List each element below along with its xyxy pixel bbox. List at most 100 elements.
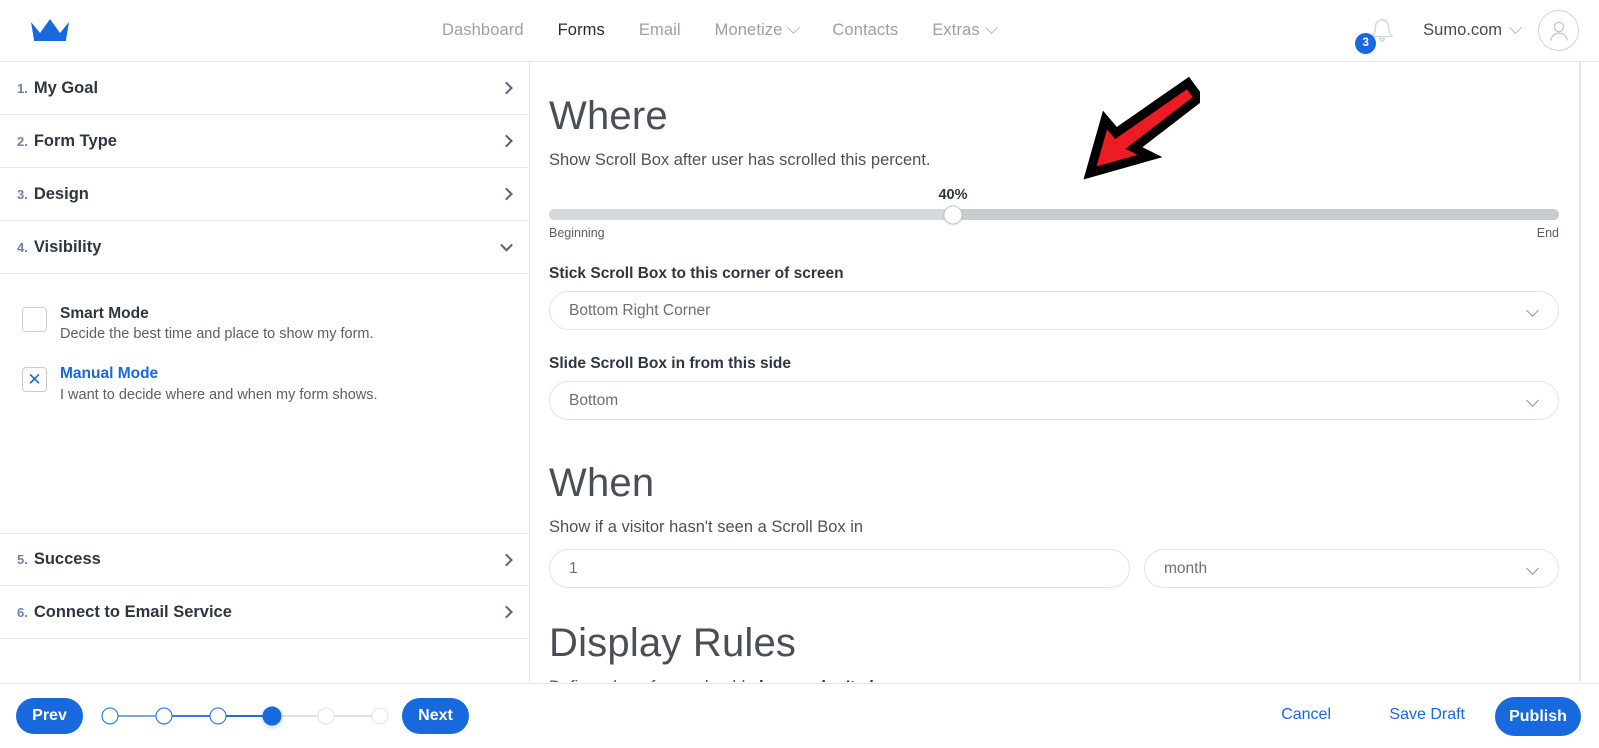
frequency-unit-select[interactable]: month — [1144, 549, 1559, 588]
display-rules-heading: Display Rules — [549, 621, 797, 665]
chevron-down-icon — [787, 21, 801, 35]
sidebar-step-connect-email[interactable]: 6. Connect to Email Service — [0, 586, 529, 639]
stepper-dot-1[interactable] — [101, 707, 119, 725]
corner-select-value: Bottom Right Corner — [569, 301, 711, 319]
slider-fill — [549, 209, 953, 220]
stepper-dot-4[interactable] — [262, 706, 282, 726]
mode-option-smart[interactable]: Smart Mode Decide the best time and plac… — [22, 304, 529, 344]
sidebar-step-visibility[interactable]: 4. Visibility — [0, 221, 529, 274]
chevron-down-icon — [1526, 394, 1539, 407]
chevron-right-icon — [500, 553, 513, 566]
notifications-button[interactable]: 3 — [1355, 11, 1409, 54]
stepper-dot-6[interactable] — [371, 707, 389, 725]
manual-mode-checkbox[interactable]: ✕ — [22, 367, 47, 393]
step-number: 6. — [17, 604, 28, 620]
nav-label: Contacts — [832, 21, 899, 39]
display-rules-text-pre: Define where forms should — [549, 678, 750, 682]
smart-mode-checkbox[interactable] — [22, 307, 47, 332]
stepper-dot-5[interactable] — [317, 707, 335, 725]
chevron-right-icon — [500, 81, 513, 95]
side-field-label: Slide Scroll Box in from this side — [549, 355, 792, 372]
settings-panel: Where Show Scroll Box after user has scr… — [531, 62, 1580, 682]
where-subtitle: Show Scroll Box after user has scrolled … — [549, 151, 931, 169]
stepper-dot-2[interactable] — [155, 707, 173, 725]
next-button[interactable]: Next — [402, 698, 469, 734]
top-navigation-bar: Dashboard Forms Email Monetize Contacts … — [0, 0, 1599, 62]
display-rules-text-post: . — [902, 678, 907, 682]
when-subtitle: Show if a visitor hasn't seen a Scroll B… — [549, 518, 864, 536]
sidebar-step-form-type[interactable]: 2. Form Type — [0, 115, 529, 168]
cancel-button[interactable]: Cancel — [1281, 706, 1331, 724]
step-label: Form Type — [33, 131, 117, 150]
nav-item-forms[interactable]: Forms — [541, 21, 622, 40]
app-root: Dashboard Forms Email Monetize Contacts … — [0, 0, 1599, 748]
nav-item-email[interactable]: Email — [622, 21, 698, 40]
notification-count-badge: 3 — [1355, 32, 1377, 54]
step-label: Success — [33, 550, 101, 568]
x-mark-icon: ✕ — [27, 370, 42, 390]
account-name-label: Sumo.com — [1423, 21, 1502, 39]
chevron-down-icon — [500, 238, 513, 252]
nav-right-cluster: 3 Sumo.com — [1355, 0, 1579, 61]
slider-value-label: 40% — [938, 187, 968, 203]
mode-title: Smart Mode — [60, 305, 149, 322]
when-heading: When — [549, 461, 655, 505]
chevron-right-icon — [500, 605, 513, 619]
prev-button[interactable]: Prev — [16, 698, 83, 734]
step-number: 5. — [17, 552, 28, 567]
step-label: Visibility — [33, 237, 102, 256]
nav-label: Email — [638, 21, 681, 39]
nav-label: Monetize — [714, 21, 783, 39]
nav-item-monetize[interactable]: Monetize — [698, 21, 816, 40]
main-nav-links: Dashboard Forms Email Monetize Contacts … — [425, 0, 1013, 61]
where-heading: Where — [549, 94, 668, 138]
sidebar-step-design[interactable]: 3. Design — [0, 168, 529, 221]
step-label: Design — [33, 184, 89, 203]
step-number: 4. — [17, 239, 28, 255]
chevron-down-icon — [1526, 304, 1539, 317]
sumo-crown-logo[interactable] — [30, 17, 70, 45]
side-select[interactable]: Bottom — [549, 381, 1559, 420]
scroll-percent-slider[interactable]: 40% Beginning End — [549, 187, 1559, 240]
mode-option-manual[interactable]: ✕ Manual Mode I want to decide where and… — [22, 364, 529, 404]
mode-description: I want to decide where and when my form … — [60, 386, 378, 403]
nav-label: Forms — [557, 21, 605, 39]
sidebar-step-my-goal[interactable]: 1. My Goal — [0, 62, 529, 115]
chevron-right-icon — [500, 134, 513, 148]
frequency-amount-input[interactable]: 1 — [549, 549, 1130, 588]
account-menu[interactable]: Sumo.com — [1423, 21, 1522, 40]
panel-scrollbar[interactable] — [1580, 62, 1599, 682]
display-rules-show-word: show — [750, 678, 792, 682]
nav-label: Extras — [932, 21, 980, 39]
step-number: 3. — [17, 186, 28, 202]
avatar[interactable] — [1538, 10, 1579, 51]
nav-label: Dashboard — [442, 21, 524, 39]
corner-select[interactable]: Bottom Right Corner — [549, 291, 1559, 330]
corner-field-label: Stick Scroll Box to this corner of scree… — [549, 265, 844, 282]
display-rules-text-mid: or — [792, 678, 816, 682]
save-draft-button[interactable]: Save Draft — [1389, 706, 1465, 724]
visibility-mode-list: Smart Mode Decide the best time and plac… — [0, 274, 529, 404]
mode-title: Manual Mode — [60, 365, 159, 383]
chevron-down-icon — [1509, 21, 1522, 35]
wizard-stepper — [99, 706, 389, 726]
step-number: 1. — [17, 80, 28, 96]
frequency-unit-value: month — [1164, 559, 1208, 577]
slider-track[interactable] — [549, 205, 1559, 224]
stepper-dot-3[interactable] — [209, 707, 227, 725]
slider-start-label: Beginning — [549, 226, 605, 240]
display-rules-dont-show-word: don't show — [816, 678, 902, 682]
nav-item-dashboard[interactable]: Dashboard — [425, 21, 541, 40]
frequency-amount-value: 1 — [569, 559, 578, 577]
sidebar-step-success[interactable]: 5. Success — [0, 533, 529, 586]
step-label: My Goal — [33, 78, 99, 97]
display-rules-subtitle: Define where forms should show or don't … — [549, 678, 1559, 682]
publish-button[interactable]: Publish — [1495, 697, 1581, 736]
chevron-down-icon — [1526, 562, 1539, 575]
step-label: Connect to Email Service — [33, 602, 232, 621]
nav-item-contacts[interactable]: Contacts — [815, 21, 915, 40]
step-number: 2. — [17, 133, 28, 149]
slider-handle[interactable] — [943, 205, 963, 224]
chevron-down-icon — [984, 21, 998, 35]
nav-item-extras[interactable]: Extras — [915, 21, 1012, 40]
